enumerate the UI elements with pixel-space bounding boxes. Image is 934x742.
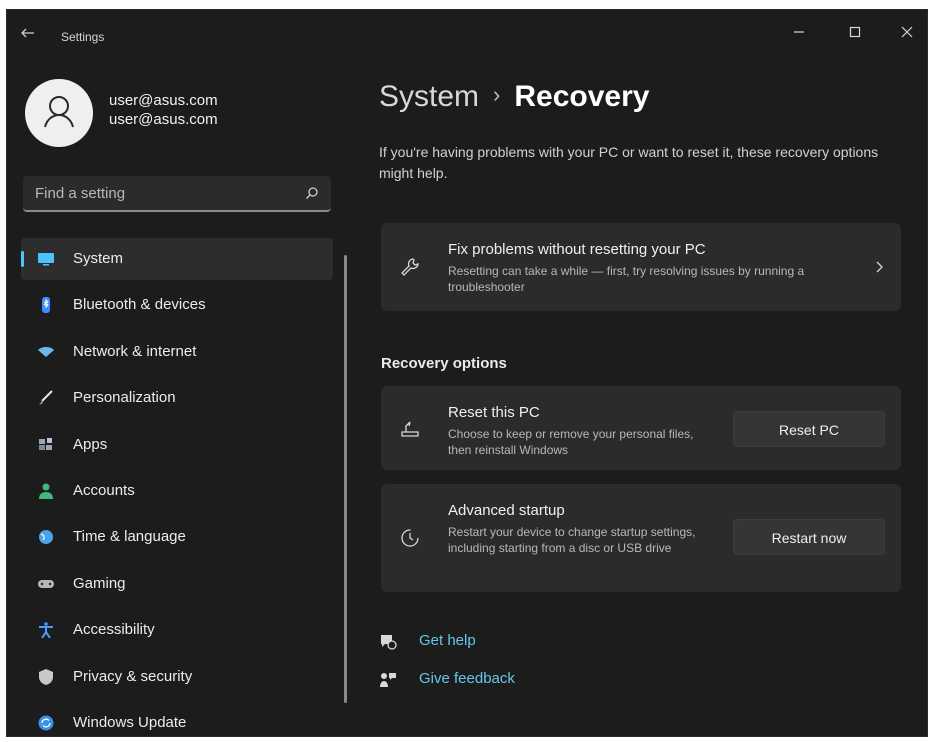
display-icon: [38, 253, 54, 266]
update-icon: [38, 715, 54, 731]
sidebar-item-label: Bluetooth & devices: [73, 296, 206, 314]
section-title: Recovery options: [381, 355, 507, 372]
sidebar-scrollbar[interactable]: [344, 255, 347, 703]
page-description: If you're having problems with your PC o…: [379, 144, 879, 181]
fix-problems-card[interactable]: Fix problems without resetting your PC R…: [381, 223, 901, 311]
sidebar-item-label: Personalization: [73, 389, 176, 407]
avatar[interactable]: [25, 79, 93, 147]
card-subtitle: Choose to keep or remove your personal f…: [448, 427, 694, 457]
sidebar-item-accounts[interactable]: Accounts: [21, 470, 333, 512]
sidebar-item-network[interactable]: Network & internet: [21, 331, 333, 373]
sidebar-item-label: Gaming: [73, 574, 126, 592]
wifi-icon: [38, 346, 54, 357]
brush-icon: [39, 390, 53, 406]
sidebar-item-label: Time & language: [73, 528, 186, 546]
advanced-startup-card: Advanced startup Restart your device to …: [381, 484, 901, 592]
title-bar: Settings: [7, 10, 927, 54]
sidebar-item-label: Windows Update: [73, 713, 187, 731]
wrench-icon: [401, 258, 419, 276]
give-feedback-label[interactable]: Give feedback: [419, 670, 515, 687]
sidebar-item-label: Apps: [73, 435, 108, 453]
maximize-icon[interactable]: [841, 18, 869, 46]
gamepad-icon: [38, 579, 54, 588]
sidebar-item-label: System: [73, 250, 124, 267]
sidebar-item-label: Accessibility: [73, 621, 155, 639]
shield-icon: [39, 668, 53, 685]
accessibility-icon: [39, 622, 53, 639]
apps-icon: [39, 437, 52, 450]
reset-pc-icon: [401, 421, 419, 437]
card-subtitle: Resetting can take a while — first, try …: [448, 264, 805, 294]
sidebar-item-bluetooth[interactable]: Bluetooth & devices: [21, 284, 333, 326]
card-subtitle: Restart your device to change startup se…: [448, 525, 696, 555]
search-input[interactable]: [35, 184, 285, 202]
breadcrumb-separator: ›: [493, 82, 501, 107]
window-title: Settings: [61, 30, 105, 44]
reset-pc-card: Reset this PC Choose to keep or remove y…: [381, 386, 901, 470]
page-title: Recovery: [514, 80, 650, 113]
sidebar-nav: System Bluetooth & devices Network & int…: [21, 238, 333, 736]
sidebar-item-accessibility[interactable]: Accessibility: [21, 609, 333, 651]
sidebar-item-apps[interactable]: Apps: [21, 424, 333, 466]
profile-name: user@asus.com: [109, 92, 218, 109]
sidebar-item-privacy[interactable]: Privacy & security: [21, 656, 333, 698]
settings-window: Settings user@asus.com user@asus.com Fin…: [6, 9, 928, 737]
advanced-startup-icon: [401, 529, 419, 547]
active-indicator: [21, 251, 24, 267]
feedback-icon: [380, 673, 396, 687]
search-box[interactable]: [23, 176, 331, 212]
card-title: Advanced startup: [448, 502, 565, 519]
user-icon: [44, 96, 74, 128]
sidebar-item-label: Accounts: [73, 481, 135, 499]
breadcrumb: System › Recovery: [379, 80, 649, 114]
reset-pc-button[interactable]: Reset PC: [733, 411, 885, 447]
minimize-icon[interactable]: [785, 18, 813, 46]
breadcrumb-parent[interactable]: System: [379, 80, 479, 113]
search-icon[interactable]: [305, 186, 319, 200]
help-icon: [381, 635, 397, 650]
sidebar-item-gaming[interactable]: Gaming: [21, 563, 333, 605]
sidebar-item-label: Privacy & security: [73, 667, 193, 685]
restart-now-button[interactable]: Restart now: [733, 519, 885, 555]
back-arrow-icon[interactable]: [21, 28, 35, 38]
close-icon[interactable]: [893, 18, 921, 46]
globe-icon: [39, 530, 53, 545]
card-title: Fix problems without resetting your PC: [448, 241, 706, 258]
card-title: Reset this PC: [448, 404, 540, 421]
bluetooth-icon: [42, 297, 50, 314]
get-help-label[interactable]: Get help: [419, 632, 476, 649]
sidebar-item-time-language[interactable]: Time & language: [21, 516, 333, 558]
sidebar-item-windows-update[interactable]: Windows Update: [21, 702, 333, 736]
chevron-right-icon: [876, 261, 883, 273]
sidebar-item-system[interactable]: System: [21, 238, 333, 280]
sidebar-item-personalization[interactable]: Personalization: [21, 377, 333, 419]
sidebar-item-label: Network & internet: [73, 342, 197, 360]
profile-email: user@asus.com: [109, 111, 218, 128]
person-icon: [39, 483, 53, 499]
